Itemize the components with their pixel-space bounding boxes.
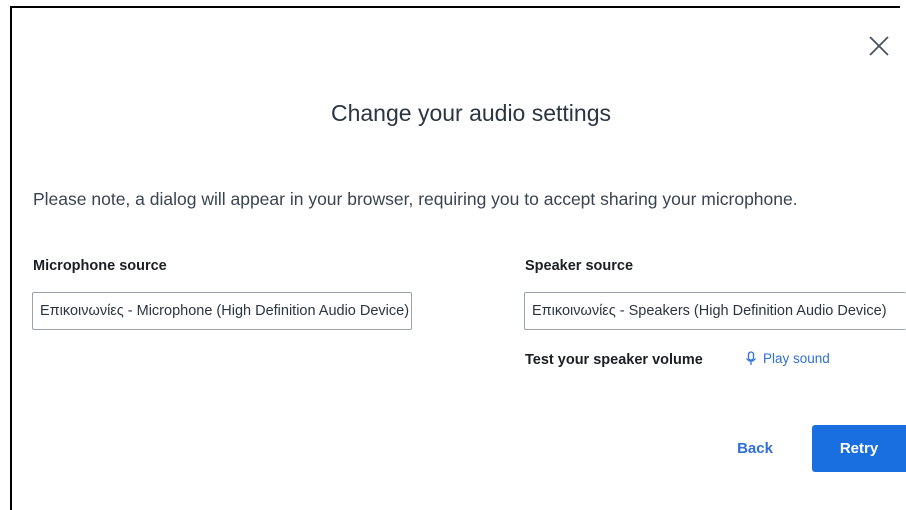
test-speaker-label: Test your speaker volume	[525, 352, 703, 368]
close-button[interactable]	[865, 32, 893, 60]
permission-note: Please note, a dialog will appear in you…	[33, 189, 798, 209]
microphone-source-select[interactable]: Επικοινωνίες - Microphone (High Definiti…	[32, 292, 412, 330]
speaker-source-label: Speaker source	[525, 258, 634, 274]
close-icon	[869, 36, 889, 56]
play-sound-label: Play sound	[763, 351, 830, 366]
microphone-icon	[745, 351, 757, 365]
speaker-source-select[interactable]: Επικοινωνίες - Speakers (High Definition…	[524, 292, 906, 330]
dialog-title: Change your audio settings	[330, 100, 612, 126]
play-sound-link[interactable]: Play sound	[745, 351, 830, 366]
retry-button[interactable]: Retry	[812, 425, 906, 472]
microphone-source-label: Microphone source	[33, 258, 167, 274]
back-button[interactable]: Back	[722, 427, 788, 471]
